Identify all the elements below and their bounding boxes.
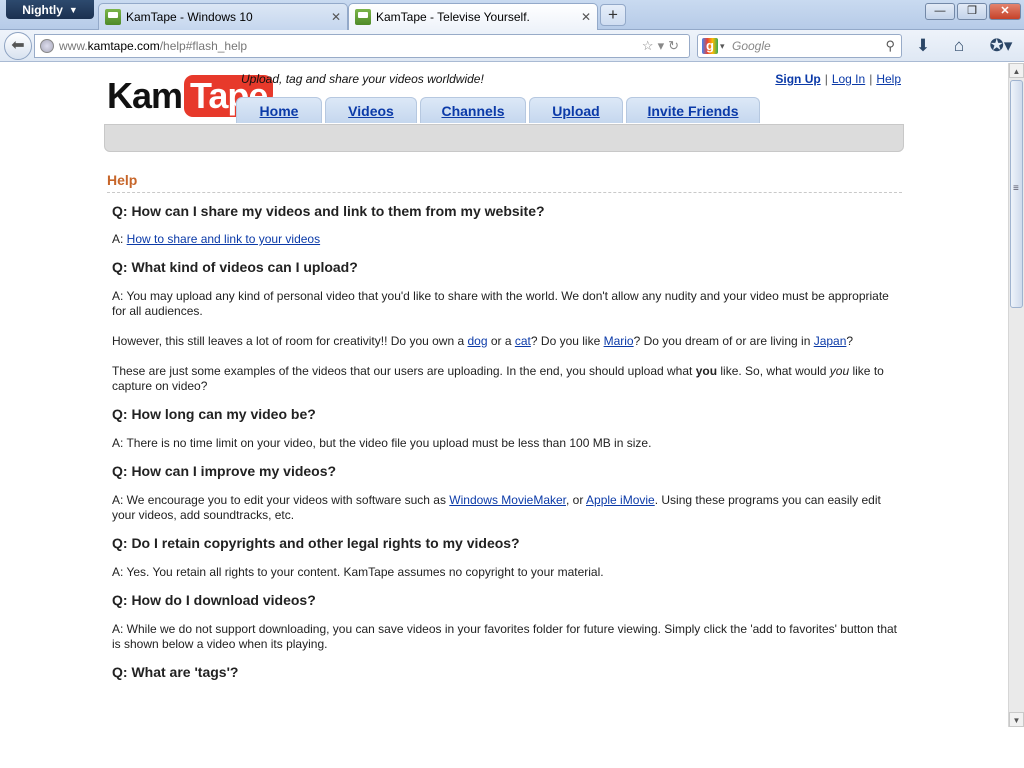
scroll-down-arrow-icon[interactable]: ▼ — [1009, 712, 1024, 727]
site-navigation: Home Videos Channels Upload Invite Frien… — [236, 97, 760, 123]
faq-answer: A: There is no time limit on your video,… — [112, 436, 652, 450]
faq-question: Q: How can I improve my videos? — [112, 463, 337, 479]
address-bar-icons: ☆▾↻ — [642, 35, 683, 57]
tab-title: KamTape - Televise Yourself. — [376, 10, 530, 24]
faq-answer: A: While we do not support downloading, … — [112, 622, 897, 651]
answer-text: ? Do you like — [530, 334, 604, 348]
new-tab-button[interactable]: + — [600, 4, 626, 26]
app-menu-button[interactable]: Nightly ▼ — [6, 0, 94, 19]
faq-question: Q: What kind of videos can I upload? — [112, 259, 358, 275]
help-link[interactable]: Help — [876, 72, 901, 86]
japan-link[interactable]: Japan — [814, 334, 847, 348]
scroll-up-arrow-icon[interactable]: ▲ — [1009, 63, 1024, 78]
globe-icon — [40, 39, 54, 53]
answer-text: , or — [566, 493, 587, 507]
bookmark-star-icon[interactable]: ☆ — [642, 38, 658, 53]
arrow-left-icon: ⬅ — [11, 37, 25, 54]
url-prefix: www. — [59, 39, 88, 53]
faq-answer: A: You may upload any kind of personal v… — [112, 289, 889, 318]
faq-question: Q: How long can my video be? — [112, 406, 316, 422]
close-tab-icon[interactable]: ✕ — [331, 10, 341, 24]
log-in-link[interactable]: Log In — [832, 72, 865, 86]
nav-tab-upload[interactable]: Upload — [529, 97, 623, 123]
emphasis-bold: you — [695, 364, 718, 378]
navigation-toolbar: ⬅ www.kamtape.com/help#flash_help ☆▾↻ g … — [0, 30, 1024, 62]
address-bar[interactable]: www.kamtape.com/help#flash_help ☆▾↻ — [34, 34, 690, 58]
separator: | — [869, 72, 873, 86]
site-tagline: Upload, tag and share your videos worldw… — [241, 72, 484, 86]
faq-answer: A: We encourage you to edit your videos … — [112, 493, 897, 523]
home-icon[interactable]: ⌂ — [948, 35, 970, 57]
close-tab-icon[interactable]: ✕ — [581, 10, 591, 24]
faq-list: Q: How can I share my videos and link to… — [112, 203, 897, 683]
app-menu-label: Nightly — [22, 2, 63, 17]
cat-link[interactable]: cat — [515, 334, 531, 348]
nav-tab-videos[interactable]: Videos — [325, 97, 417, 123]
emphasis-italic: you — [829, 364, 850, 378]
answer-text: ? Do you dream of or are living in — [633, 334, 814, 348]
page-title: Help — [107, 172, 138, 188]
apple-imovie-link[interactable]: Apple iMovie — [586, 493, 655, 507]
search-input[interactable]: g ▾ Google ⚲ — [697, 34, 902, 58]
share-videos-link[interactable]: How to share and link to your videos — [127, 232, 320, 246]
answer-text: However, this still leaves a lot of room… — [112, 334, 468, 348]
logo-text-kam: Kam — [107, 75, 183, 116]
faq-question: Q: What are 'tags'? — [112, 664, 239, 680]
search-icon[interactable]: ⚲ — [885, 35, 895, 57]
mario-link[interactable]: Mario — [604, 334, 634, 348]
answer-text: These are just some examples of the vide… — [112, 364, 696, 378]
answer-text: ? — [846, 334, 854, 348]
title-bar: Nightly ▼ KamTape - Windows 10 ✕ KamTape… — [0, 0, 1024, 30]
url-path: /help#flash_help — [159, 39, 248, 53]
answer-text: or a — [487, 334, 515, 348]
vertical-scrollbar[interactable]: ▲ ▼ — [1008, 63, 1024, 727]
google-logo-icon: g — [702, 38, 718, 54]
answer-text: like. So, what would — [717, 364, 830, 378]
answer-prefix: A: — [112, 232, 127, 246]
faq-answer: These are just some examples of the vide… — [112, 364, 897, 394]
download-icon[interactable]: ⬇ — [912, 35, 934, 57]
nav-tab-channels[interactable]: Channels — [420, 97, 526, 123]
divider — [107, 192, 902, 193]
faq-answer: However, this still leaves a lot of room… — [112, 334, 897, 349]
dropdown-arrow-icon[interactable]: ▾ — [658, 38, 669, 53]
kamtape-favicon-icon — [355, 9, 371, 25]
faq-answer: A: How to share and link to your videos — [112, 232, 897, 247]
browser-tab-active[interactable]: KamTape - Televise Yourself. ✕ — [348, 3, 598, 30]
sign-up-link[interactable]: Sign Up — [775, 72, 820, 86]
windows-moviemaker-link[interactable]: Windows MovieMaker — [449, 493, 566, 507]
separator: | — [824, 72, 828, 86]
dog-link[interactable]: dog — [467, 334, 487, 348]
back-button[interactable]: ⬅ — [4, 32, 32, 60]
page-viewport: Kam Tape Upload, tag and share your vide… — [0, 63, 1008, 727]
sub-navigation-bar — [104, 124, 904, 152]
bookmarks-menu-icon[interactable]: ✪▾ — [985, 35, 1017, 57]
faq-question: Q: How do I download videos? — [112, 592, 316, 608]
faq-question: Q: How can I share my videos and link to… — [112, 203, 545, 219]
window-close-button[interactable]: ✕ — [989, 3, 1021, 20]
nav-tab-home[interactable]: Home — [236, 97, 322, 123]
chevron-down-icon: ▼ — [68, 4, 78, 15]
faq-answer: A: Yes. You retain all rights to your co… — [112, 565, 604, 579]
search-placeholder: Google — [732, 39, 771, 53]
restore-button[interactable]: ❐ — [957, 3, 987, 20]
minimize-button[interactable]: — — [925, 3, 955, 20]
scrollbar-thumb[interactable] — [1010, 80, 1023, 308]
answer-text: A: We encourage you to edit your videos … — [112, 493, 450, 507]
account-links: Sign Up | Log In | Help — [775, 72, 901, 86]
tab-title: KamTape - Windows 10 — [126, 10, 253, 24]
url-domain: kamtape.com — [87, 39, 160, 53]
chevron-down-icon[interactable]: ▾ — [720, 35, 725, 57]
browser-tab-windows10[interactable]: KamTape - Windows 10 ✕ — [98, 3, 348, 30]
kamtape-favicon-icon — [105, 9, 121, 25]
nav-tab-invite-friends[interactable]: Invite Friends — [626, 97, 760, 123]
reload-icon[interactable]: ↻ — [668, 38, 683, 53]
faq-question: Q: Do I retain copyrights and other lega… — [112, 535, 520, 551]
